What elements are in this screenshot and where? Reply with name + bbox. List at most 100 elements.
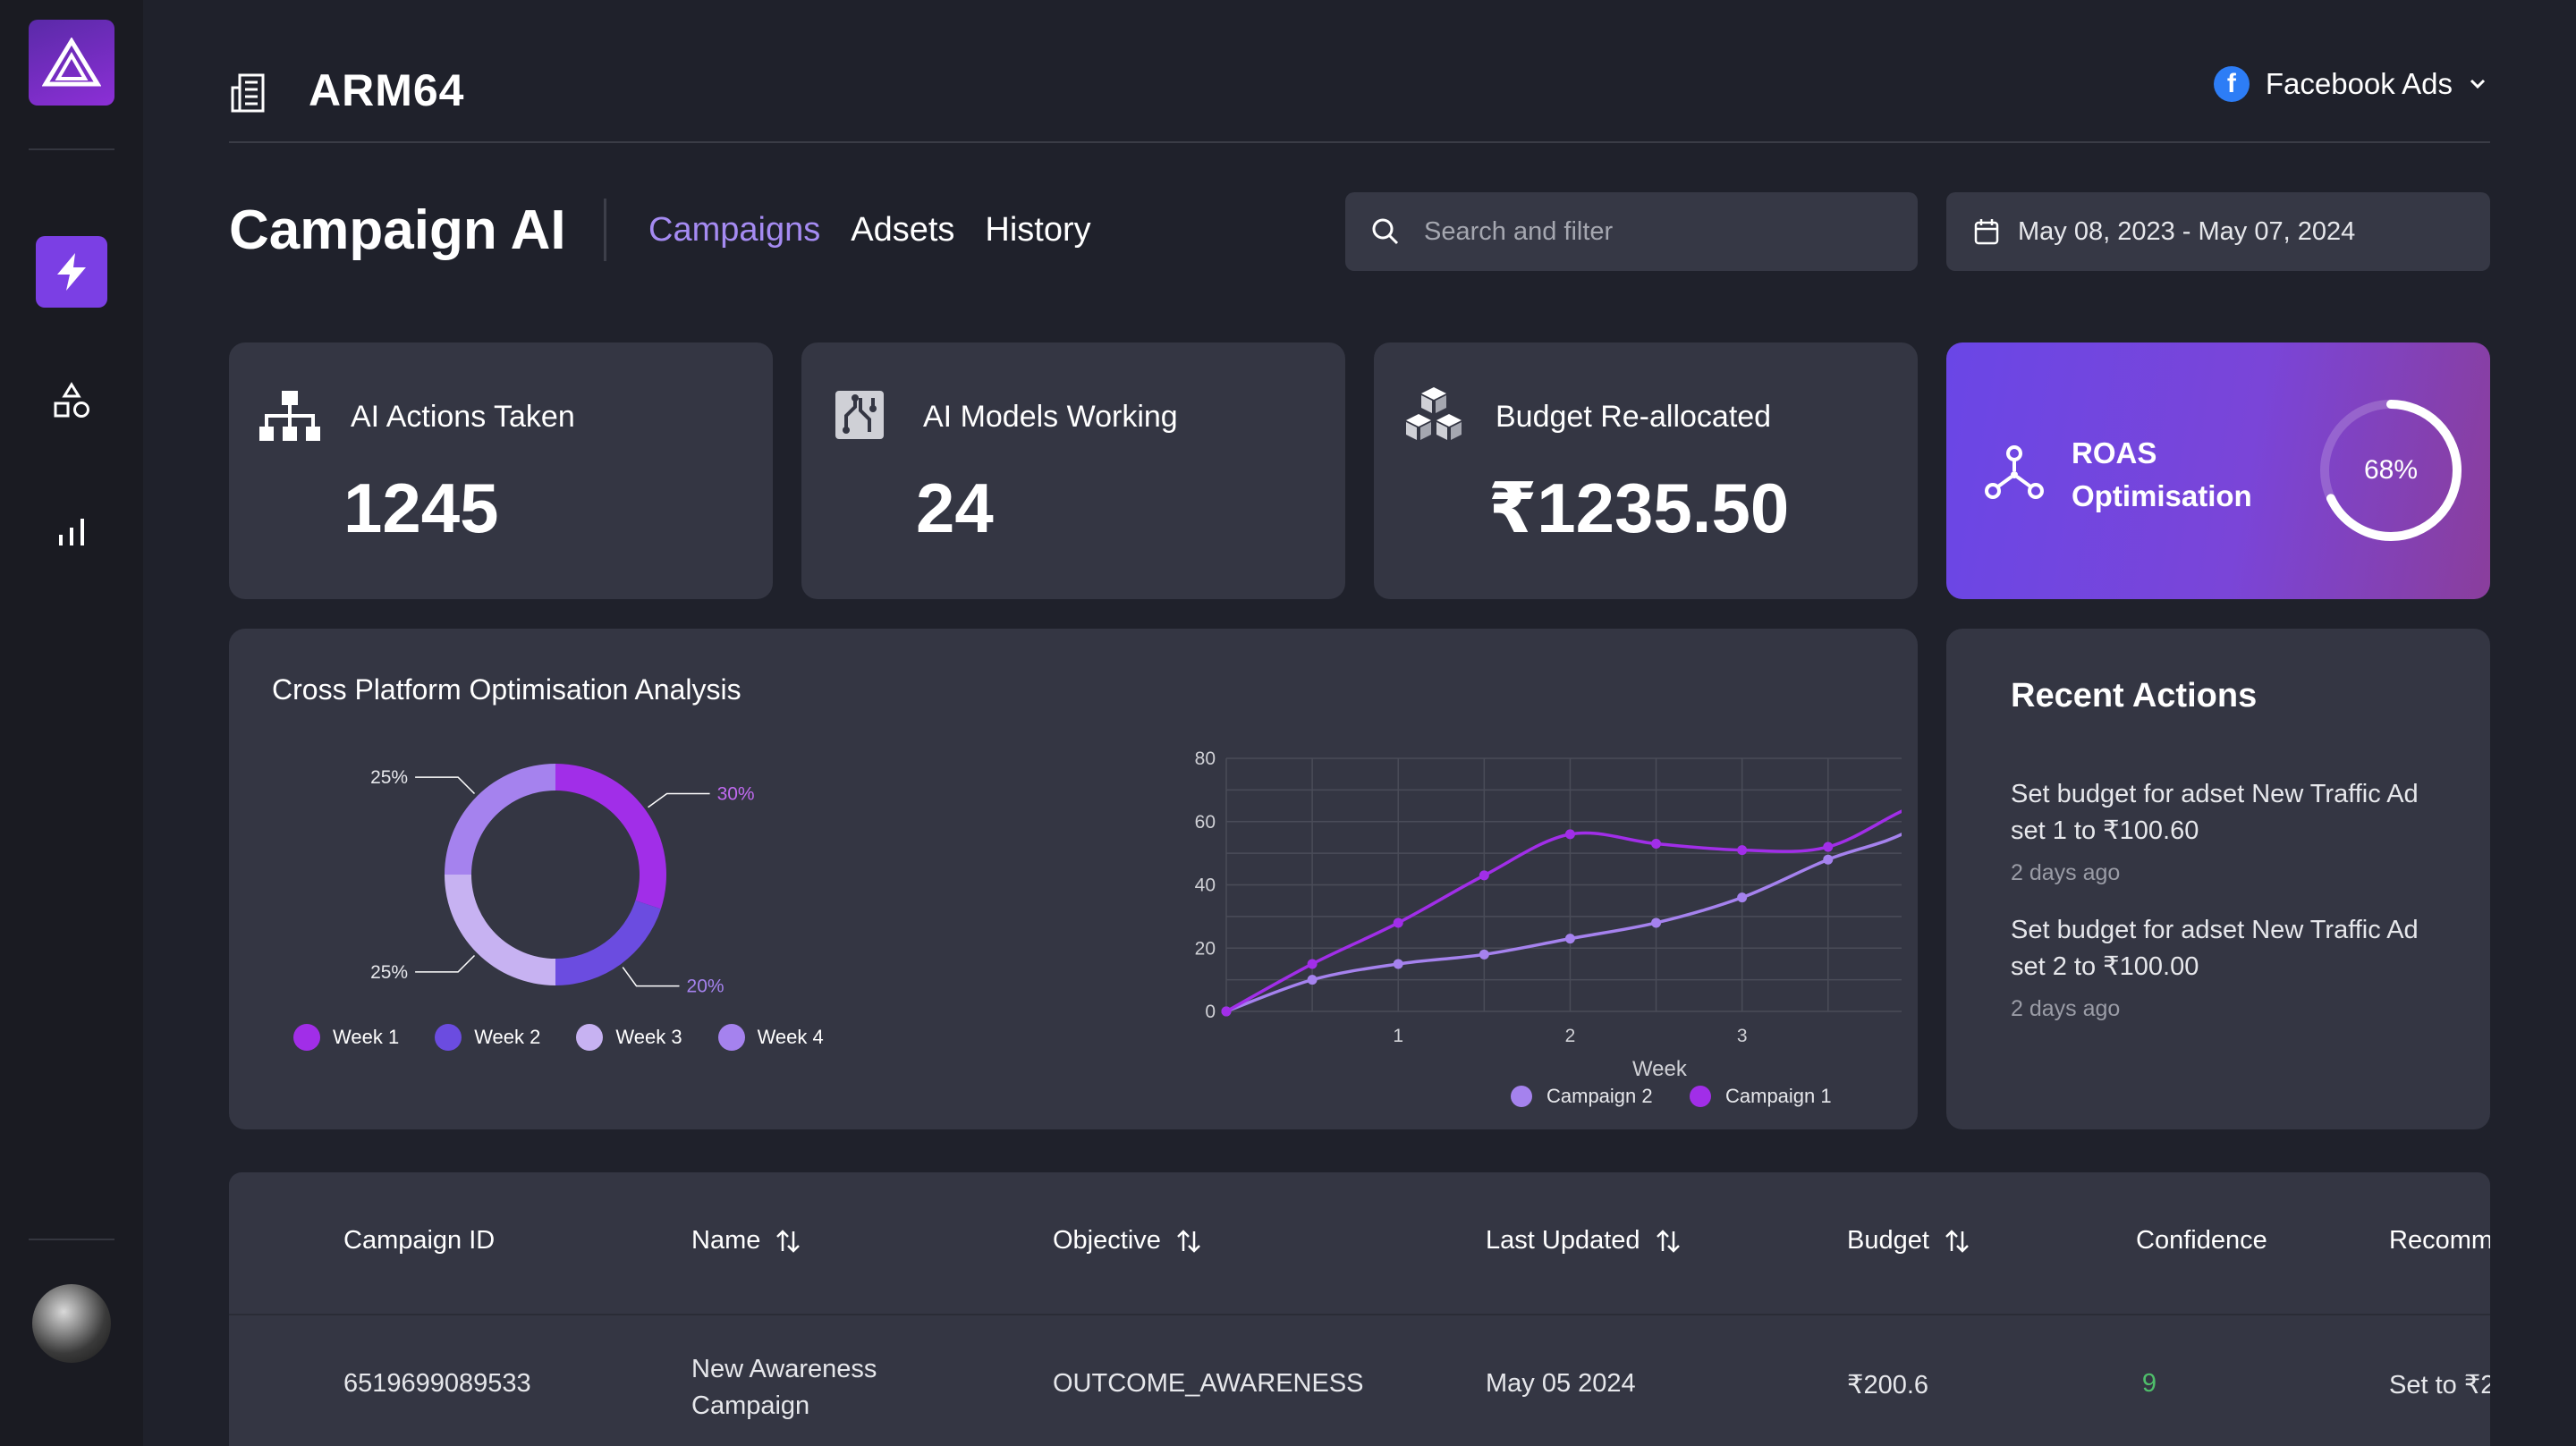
boxes-icon xyxy=(1402,384,1465,451)
column-header-objective[interactable]: Objective xyxy=(1053,1226,1202,1256)
data-point xyxy=(1307,959,1318,969)
column-header-confidence[interactable]: Confidence xyxy=(2136,1226,2267,1256)
data-point xyxy=(1737,892,1748,903)
donut-leader-line xyxy=(622,967,680,987)
sidebar-item-shapes[interactable] xyxy=(36,365,107,436)
cell-recommendation: Set to ₹2 xyxy=(2389,1371,2490,1399)
x-tick-label: 3 xyxy=(1737,1026,1748,1046)
stat-value: 24 xyxy=(916,469,994,547)
date-range-label: May 08, 2023 - May 07, 2024 xyxy=(2018,216,2356,246)
recent-action-text: Set budget for adset New Traffic Ad set … xyxy=(2011,780,2419,845)
sort-icon[interactable] xyxy=(775,1228,801,1255)
column-header-last-updated[interactable]: Last Updated xyxy=(1486,1226,1682,1256)
stat-card-ai-actions: AI Actions Taken 1245 xyxy=(229,342,773,599)
platform-selector[interactable]: f Facebook Ads xyxy=(2213,66,2487,102)
legend-swatch xyxy=(1690,1086,1711,1107)
tabs: Campaigns Adsets History xyxy=(648,211,1091,249)
sort-icon[interactable] xyxy=(1175,1228,1202,1255)
stat-label: Budget Re-allocated xyxy=(1496,400,1772,434)
donut-slice-2 xyxy=(555,901,661,985)
sidebar-item-campaign-ai[interactable] xyxy=(36,236,107,308)
roas-label: ROAS Optimisation xyxy=(2072,436,2252,512)
panel-title: Cross Platform Optimisation Analysis xyxy=(272,673,741,706)
page-title: Campaign AI xyxy=(229,199,566,261)
legend-item-week-2: Week 2 xyxy=(435,1024,540,1051)
campaigns-table: Campaign ID Name Objective Last Updated … xyxy=(229,1172,2490,1446)
analysis-panel: Cross Platform Optimisation Analysis 30%… xyxy=(229,629,1918,1129)
circuit-icon xyxy=(834,389,886,445)
legend-item-week-3: Week 3 xyxy=(576,1024,682,1051)
donut-leader-line xyxy=(415,954,476,973)
cell-confidence: 9 xyxy=(2141,1369,2157,1398)
bar-chart-icon xyxy=(59,519,84,545)
donut-leader-line xyxy=(648,792,710,808)
data-point xyxy=(1823,854,1834,865)
app-logo[interactable] xyxy=(29,20,114,106)
data-point xyxy=(1221,1006,1232,1017)
column-header-budget[interactable]: Budget xyxy=(1847,1226,1970,1256)
workspace-name: ARM64 xyxy=(309,65,465,115)
data-point xyxy=(1564,934,1575,944)
chevron-down-icon xyxy=(2470,79,2486,89)
facebook-icon: f xyxy=(2213,66,2250,102)
line-chart: 0204060801234WeekCampaign 2Campaign 1 xyxy=(1195,748,1902,1107)
lightning-icon xyxy=(57,253,86,291)
data-point xyxy=(1307,975,1318,985)
sort-icon[interactable] xyxy=(1655,1228,1682,1255)
sort-icon[interactable] xyxy=(1944,1228,1970,1255)
recent-actions-title: Recent Actions xyxy=(2011,677,2258,715)
sidebar-divider xyxy=(29,1239,114,1240)
stat-card-ai-models: AI Models Working 24 xyxy=(801,342,1345,599)
data-point xyxy=(1564,829,1575,840)
tab-campaigns[interactable]: Campaigns xyxy=(648,211,820,249)
recent-action-time: 2 days ago xyxy=(2011,860,2121,885)
legend-swatch xyxy=(1511,1086,1532,1107)
search-box xyxy=(1345,192,1918,271)
tab-history[interactable]: History xyxy=(985,211,1090,249)
data-point xyxy=(1479,870,1489,881)
data-point xyxy=(1479,949,1489,960)
building-icon xyxy=(229,72,272,119)
platform-label: Facebook Ads xyxy=(2265,67,2453,100)
column-header-name[interactable]: Name xyxy=(691,1226,801,1256)
recent-action-item: Set budget for adset New Traffic Ad set … xyxy=(2011,776,2458,886)
donut-data-label: 25% xyxy=(370,962,408,983)
search-icon xyxy=(1372,218,1399,245)
recent-action-time: 2 days ago xyxy=(2011,996,2121,1021)
recent-actions-panel: Recent Actions Set budget for adset New … xyxy=(1946,629,2490,1129)
search-input[interactable] xyxy=(1424,216,1889,247)
donut-data-label: 25% xyxy=(370,767,408,788)
shapes-icon xyxy=(54,382,89,418)
x-tick-label: 1 xyxy=(1393,1026,1403,1046)
donut-leader-line xyxy=(415,776,476,795)
title-divider xyxy=(604,199,606,261)
roas-percent: 68% xyxy=(2363,455,2419,485)
calendar-icon xyxy=(1974,219,1999,245)
tab-adsets[interactable]: Adsets xyxy=(851,211,954,249)
data-point xyxy=(1651,839,1662,850)
x-axis-label: Week xyxy=(1632,1057,1688,1081)
donut-legend: Week 1 Week 2 Week 3 Week 4 xyxy=(293,1024,847,1051)
donut-chart: 30% 20% 25% 25% xyxy=(370,764,755,997)
column-header-recommendation[interactable]: Recomm xyxy=(2389,1226,2490,1256)
stat-card-budget: Budget Re-allocated ₹1235.50 xyxy=(1374,342,1918,599)
cell-last-updated: May 05 2024 xyxy=(1486,1369,1636,1398)
sidebar-divider xyxy=(29,148,114,150)
header-divider xyxy=(229,141,2490,143)
y-tick-label: 0 xyxy=(1205,1002,1216,1022)
sidebar-item-analytics[interactable] xyxy=(36,494,107,565)
sidebar xyxy=(0,0,143,1446)
y-tick-label: 20 xyxy=(1195,938,1216,959)
data-point xyxy=(1823,841,1834,852)
y-tick-label: 40 xyxy=(1195,875,1216,896)
cell-budget: ₹200.6 xyxy=(1847,1371,1929,1399)
stat-label: AI Models Working xyxy=(923,400,1178,434)
user-avatar[interactable] xyxy=(32,1284,111,1363)
y-tick-label: 80 xyxy=(1195,748,1216,769)
y-tick-label: 60 xyxy=(1195,812,1216,833)
recent-action-text: Set budget for adset New Traffic Ad set … xyxy=(2011,916,2419,981)
column-header-campaign-id[interactable]: Campaign ID xyxy=(343,1226,495,1256)
cell-name: New Awareness Campaign xyxy=(691,1355,877,1420)
date-range-picker[interactable]: May 08, 2023 - May 07, 2024 xyxy=(1946,192,2490,271)
donut-data-label: 20% xyxy=(687,977,724,997)
